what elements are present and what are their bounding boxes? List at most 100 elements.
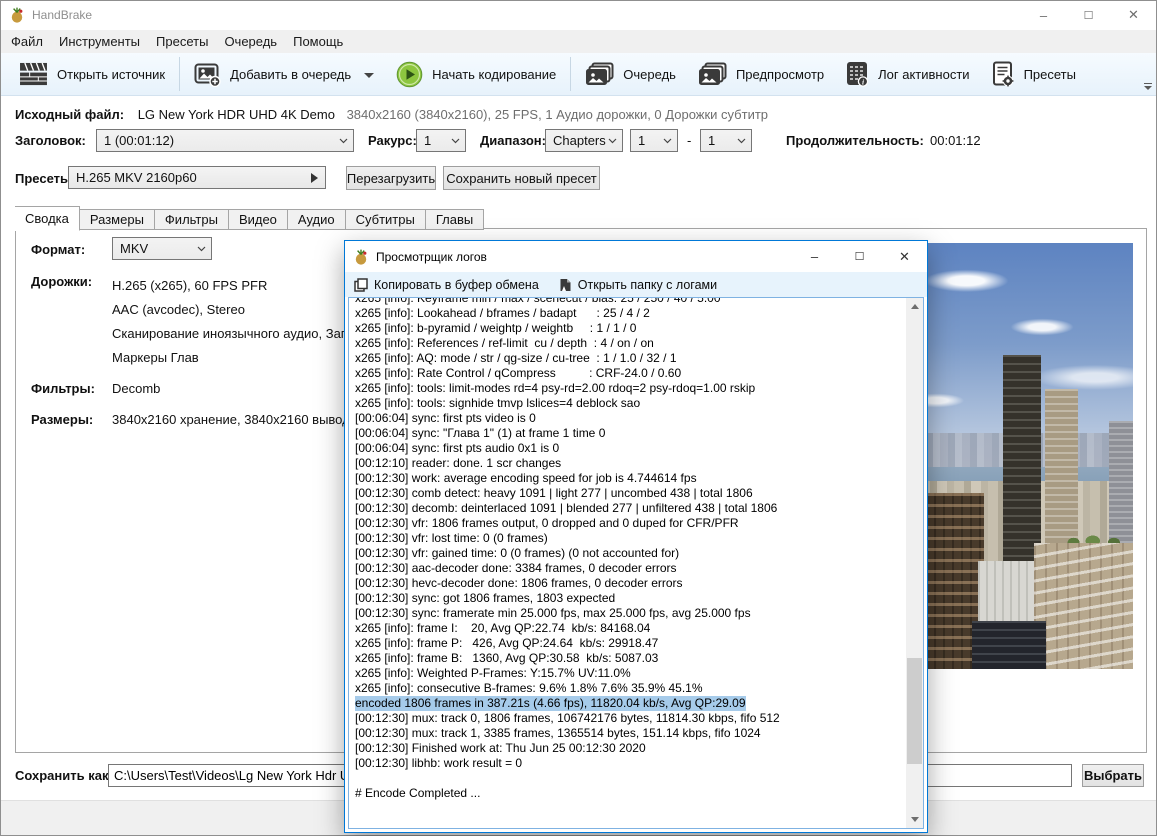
presets-doc-gear-icon	[992, 61, 1013, 87]
toolbar: Открыть источник Добавить в очередь Нача…	[0, 53, 1157, 96]
reload-preset-button[interactable]: Перезагрузить	[346, 166, 436, 190]
minimize-button[interactable]: –	[1021, 0, 1066, 30]
track-line: Сканирование иноязычного аудио, Записа	[112, 326, 369, 341]
range-from-value: 1	[638, 133, 646, 148]
log-line: x265 [info]: AQ: mode / str / qg-size / …	[355, 351, 677, 365]
format-select[interactable]: MKV	[112, 237, 212, 260]
menu-item[interactable]: Очередь	[216, 30, 285, 53]
browse-button[interactable]: Выбрать	[1082, 764, 1144, 787]
source-details: 3840x2160 (3840x2160), 25 FPS, 1 Аудио д…	[346, 107, 769, 122]
menu-item[interactable]: Помощь	[285, 30, 351, 53]
copy-to-clipboard-button[interactable]: Копировать в буфер обмена	[354, 278, 539, 292]
range-to-select[interactable]: 1	[700, 129, 752, 152]
log-line: [00:12:30] work: average encoding speed …	[355, 471, 697, 485]
source-name: LG New York HDR UHD 4K Demo	[137, 107, 335, 122]
save-new-preset-button[interactable]: Сохранить новый пресет	[443, 166, 600, 190]
chevron-down-icon	[197, 246, 206, 252]
chevron-down-icon	[737, 138, 746, 144]
tab[interactable]: Видео	[228, 209, 288, 230]
tab[interactable]: Аудио	[287, 209, 346, 230]
log-line: [00:12:30] comb detect: heavy 1091 | lig…	[355, 486, 753, 500]
toolbar-separator	[570, 57, 572, 91]
log-line: [00:12:10] reader: done. 1 scr changes	[355, 456, 562, 470]
dimensions-value: 3840x2160 хранение, 3840x2160 вывод	[112, 412, 350, 427]
scrollbar-thumb[interactable]	[907, 658, 922, 765]
log-line: [00:12:30] aac-decoder done: 3384 frames…	[355, 561, 677, 575]
presets-label: Пресеты	[15, 171, 72, 186]
arrow-right-icon	[311, 173, 318, 183]
log-line: x265 [info]: Weighted P-Frames: Y:15.7% …	[355, 666, 631, 680]
title-select[interactable]: 1 (00:01:12)	[96, 129, 354, 152]
menu-item[interactable]: Инструменты	[51, 30, 148, 53]
log-line: [00:12:30] libhb: work result = 0	[355, 756, 523, 770]
log-line: [00:12:30] sync: framerate min 25.000 fp…	[355, 606, 751, 620]
range-type-value: Chapters	[553, 133, 606, 148]
menu-item[interactable]: Пресеты	[148, 30, 216, 53]
scroll-down-arrow-icon[interactable]	[906, 811, 923, 828]
tab[interactable]: Фильтры	[154, 209, 229, 230]
log-line: encoded 1806 frames in 387.21s (4.66 fps…	[355, 696, 746, 711]
toolbar-overflow-icon[interactable]	[1143, 83, 1153, 92]
save-as-label: Сохранить как:	[15, 768, 113, 783]
start-encode-button[interactable]: Начать кодирование	[385, 56, 567, 92]
log-line: x265 [info]: frame P: 426, Avg QP:24.64 …	[355, 636, 659, 650]
log-line: [00:12:30] Finished work at: Thu Jun 25 …	[355, 741, 646, 755]
copy-to-clipboard-label: Копировать в буфер обмена	[374, 277, 539, 292]
filters-label: Фильтры:	[31, 381, 95, 396]
preset-select-value: H.265 MKV 2160p60	[76, 170, 197, 185]
open-source-button[interactable]: Открыть источник	[8, 56, 176, 92]
queue-stack-icon	[586, 62, 614, 85]
main-titlebar: HandBrake – ☐ ✕	[0, 0, 1157, 30]
preview-button[interactable]: Предпросмотр	[687, 56, 835, 92]
open-log-folder-button[interactable]: Открыть папку с логами	[559, 278, 717, 292]
log-scrollbar[interactable]	[906, 298, 923, 828]
close-button[interactable]: ✕	[1111, 0, 1156, 30]
dialog-minimize-button[interactable]: –	[792, 241, 837, 272]
range-type-select[interactable]: Chapters	[545, 129, 623, 152]
angle-label: Ракурс:	[368, 133, 417, 148]
chevron-down-icon	[608, 138, 617, 144]
queue-button[interactable]: Очередь	[574, 56, 687, 92]
open-source-label: Открыть источник	[57, 66, 166, 82]
chevron-down-icon	[451, 138, 460, 144]
dialog-maximize-button[interactable]: ☐	[837, 241, 882, 272]
log-line: [00:06:04] sync: first pts audio 0x1 is …	[355, 441, 560, 455]
tab[interactable]: Сводка	[15, 206, 80, 231]
add-to-queue-button[interactable]: Добавить в очередь	[183, 56, 385, 92]
log-line: [00:12:30] mux: track 0, 1806 frames, 10…	[355, 711, 780, 725]
format-select-value: MKV	[120, 241, 149, 256]
preset-select[interactable]: H.265 MKV 2160p60	[68, 166, 326, 189]
menu-item[interactable]: Файл	[3, 30, 51, 53]
preview-stack-icon	[698, 62, 727, 85]
dimensions-label: Размеры:	[31, 412, 94, 427]
scroll-up-arrow-icon[interactable]	[906, 298, 923, 315]
preview-label: Предпросмотр	[735, 66, 825, 82]
log-line: x265 [info]: Lookahead / bframes / badap…	[355, 306, 650, 320]
log-line: [00:12:30] vfr: gained time: 0 (0 frames…	[355, 546, 680, 560]
range-from-select[interactable]: 1	[630, 129, 678, 152]
activity-log-button[interactable]: i Лог активности	[835, 56, 980, 92]
log-line: x265 [info]: frame I: 20, Avg QP:22.74 k…	[355, 621, 651, 635]
angle-select-value: 1	[424, 133, 432, 148]
format-label: Формат:	[31, 242, 86, 257]
tab[interactable]: Главы	[425, 209, 485, 230]
angle-select[interactable]: 1	[416, 129, 466, 152]
log-line: x265 [info]: tools: limit-modes rd=4 psy…	[355, 381, 756, 395]
title-select-value: 1 (00:01:12)	[104, 133, 175, 148]
log-line: x265 [info]: References / ref-limit cu /…	[355, 336, 654, 350]
range-to-value: 1	[708, 133, 716, 148]
tracks-list: H.265 (x265), 60 FPS PFR AAC (avcodec), S…	[112, 274, 369, 370]
tab[interactable]: Субтитры	[345, 209, 426, 230]
tab[interactable]: Размеры	[79, 209, 155, 230]
log-line: x265 [info]: Keyframe min / max / scenec…	[355, 297, 721, 305]
source-row: Исходный файл: LG New York HDR UHD 4K De…	[15, 107, 768, 122]
dropdown-arrow-icon	[364, 72, 375, 78]
presets-button[interactable]: Пресеты	[981, 56, 1087, 92]
maximize-button[interactable]: ☐	[1066, 0, 1111, 30]
log-text-area[interactable]: x265 [info]: Keyframe min / max / scenec…	[348, 297, 924, 829]
dialog-close-button[interactable]: ✕	[882, 241, 927, 272]
track-line: H.265 (x265), 60 FPS PFR	[112, 278, 268, 293]
log-viewer-titlebar: Просмотрщик логов – ☐ ✕	[345, 241, 927, 272]
log-lines: x265 [info]: Keyframe min / max / scenec…	[355, 297, 905, 801]
